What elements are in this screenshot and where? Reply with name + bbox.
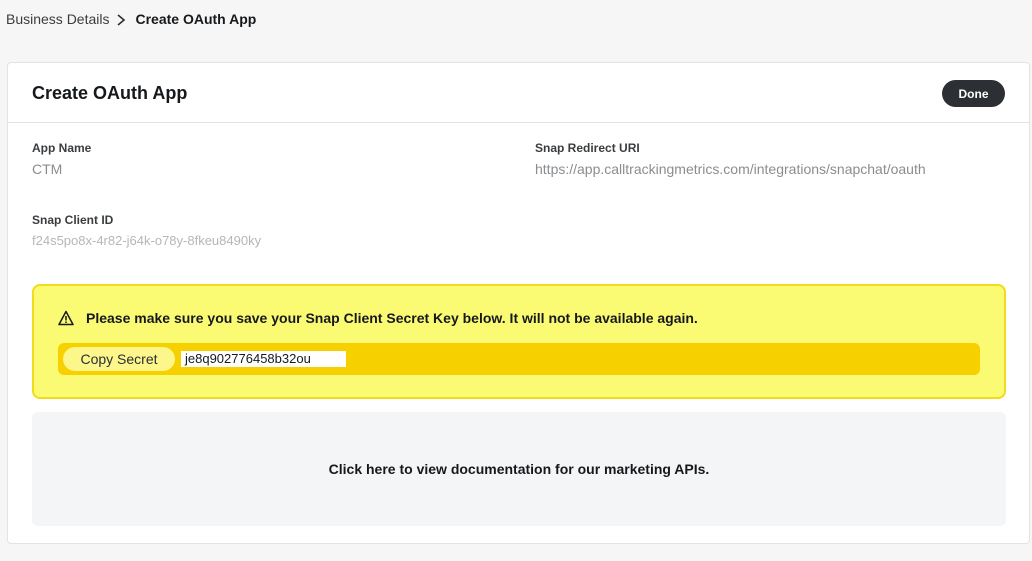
redirect-uri-field: Snap Redirect URI https://app.calltracki…	[535, 141, 926, 177]
copy-secret-button[interactable]: Copy Secret	[63, 347, 175, 371]
chevron-right-icon	[110, 11, 132, 27]
breadcrumb-business-details[interactable]: Business Details	[6, 11, 110, 27]
oauth-app-card: Create OAuth App Done App Name CTM Snap …	[7, 62, 1030, 544]
app-name-field: App Name CTM	[32, 141, 91, 177]
secret-value-field[interactable]: je8q902776458b32ou	[181, 351, 346, 367]
redirect-uri-value: https://app.calltrackingmetrics.com/inte…	[535, 161, 926, 177]
docs-panel: Click here to view documentation for our…	[32, 412, 1006, 526]
redirect-uri-label: Snap Redirect URI	[535, 141, 640, 155]
secret-bar: Copy Secret je8q902776458b32ou	[58, 343, 980, 375]
alert-text: Please make sure you save your Snap Clie…	[86, 310, 698, 326]
page-title: Create OAuth App	[32, 83, 188, 103]
warning-icon	[58, 310, 74, 326]
alert-message: Please make sure you save your Snap Clie…	[58, 310, 698, 326]
client-id-value: f24s5po8x-4r82-j64k-o78y-8fkeu8490ky	[32, 233, 262, 248]
app-name-value: CTM	[32, 161, 63, 177]
app-name-label: App Name	[32, 141, 92, 155]
done-button[interactable]: Done	[942, 80, 1005, 107]
docs-link[interactable]: Click here to view documentation for our…	[329, 461, 710, 477]
secret-warning-alert: Please make sure you save your Snap Clie…	[32, 284, 1006, 399]
client-id-field: Snap Client ID f24s5po8x-4r82-j64k-o78y-…	[32, 213, 261, 248]
breadcrumb: Business Details Create OAuth App	[6, 10, 256, 28]
card-header: Create OAuth App Done	[8, 63, 1029, 123]
breadcrumb-current: Create OAuth App	[135, 11, 257, 27]
client-id-label: Snap Client ID	[32, 213, 114, 227]
